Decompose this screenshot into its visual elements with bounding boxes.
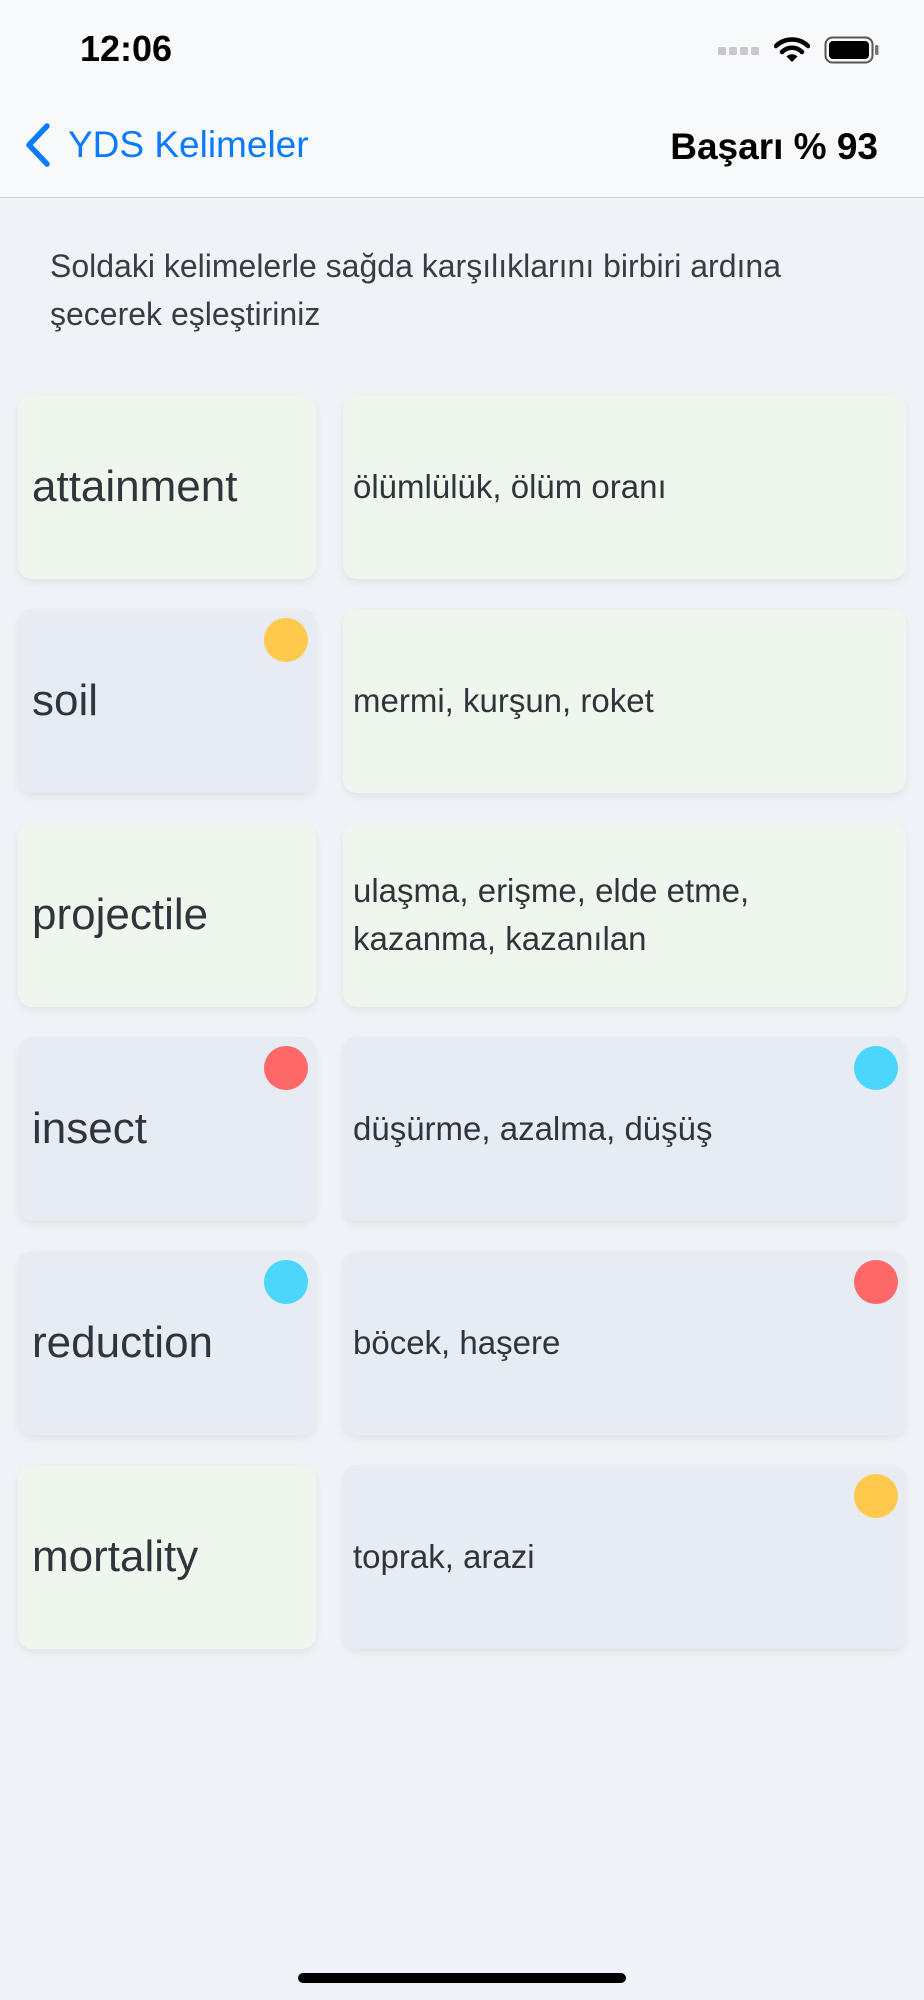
- word-card[interactable]: soil: [18, 609, 316, 793]
- meaning-text: ölümlülük, ölüm oranı: [353, 468, 667, 505]
- meaning-card[interactable]: böcek, haşere: [343, 1251, 906, 1435]
- home-indicator[interactable]: [298, 1973, 626, 1983]
- meaning-text: mermi, kurşun, roket: [353, 682, 654, 719]
- meaning-card[interactable]: toprak, arazi: [343, 1465, 906, 1649]
- status-icons: [718, 34, 880, 66]
- meaning-text: ulaşma, erişme, elde etme, kazanma, kaza…: [353, 872, 750, 957]
- meaning-text: toprak, arazi: [353, 1538, 535, 1575]
- status-bar: 12:06: [0, 0, 924, 100]
- navigation-bar: YDS Kelimeler Başarı % 93: [0, 100, 924, 198]
- word-card[interactable]: reduction: [18, 1251, 316, 1435]
- wifi-icon: [774, 37, 810, 62]
- meaning-card[interactable]: ölümlülük, ölüm oranı: [343, 395, 906, 579]
- word-card[interactable]: mortality: [18, 1465, 316, 1649]
- selection-dot: [264, 1046, 308, 1090]
- back-button[interactable]: YDS Kelimeler: [24, 122, 309, 168]
- word-text: attainment: [32, 462, 238, 511]
- cellular-signal-icon: [718, 47, 759, 55]
- word-card[interactable]: attainment: [18, 395, 316, 579]
- word-card[interactable]: insect: [18, 1037, 316, 1221]
- word-text: reduction: [32, 1318, 214, 1367]
- chevron-left-icon: [26, 123, 50, 167]
- meaning-card[interactable]: düşürme, azalma, düşüş: [343, 1037, 906, 1221]
- selection-dot: [854, 1260, 898, 1304]
- meaning-card[interactable]: ulaşma, erişme, elde etme, kazanma, kaza…: [343, 823, 906, 1007]
- selection-dot: [264, 618, 308, 662]
- status-time: 12:06: [80, 28, 173, 69]
- battery-icon: [824, 36, 879, 64]
- word-text: insect: [32, 1104, 147, 1153]
- meaning-text: böcek, haşere: [353, 1324, 561, 1361]
- word-text: soil: [32, 676, 99, 725]
- selection-dot: [264, 1260, 308, 1304]
- success-score: Başarı % 93: [670, 126, 878, 167]
- meaning-text: düşürme, azalma, düşüş: [353, 1110, 713, 1147]
- word-card[interactable]: projectile: [18, 823, 316, 1007]
- back-button-label: YDS Kelimeler: [68, 124, 309, 165]
- meaning-card[interactable]: mermi, kurşun, roket: [343, 609, 906, 793]
- word-text: projectile: [32, 890, 209, 939]
- selection-dot: [854, 1474, 898, 1518]
- selection-dot: [854, 1046, 898, 1090]
- word-text: mortality: [32, 1532, 199, 1581]
- instructions-text: Soldaki kelimelerle sağda karşılıklarını…: [50, 248, 781, 332]
